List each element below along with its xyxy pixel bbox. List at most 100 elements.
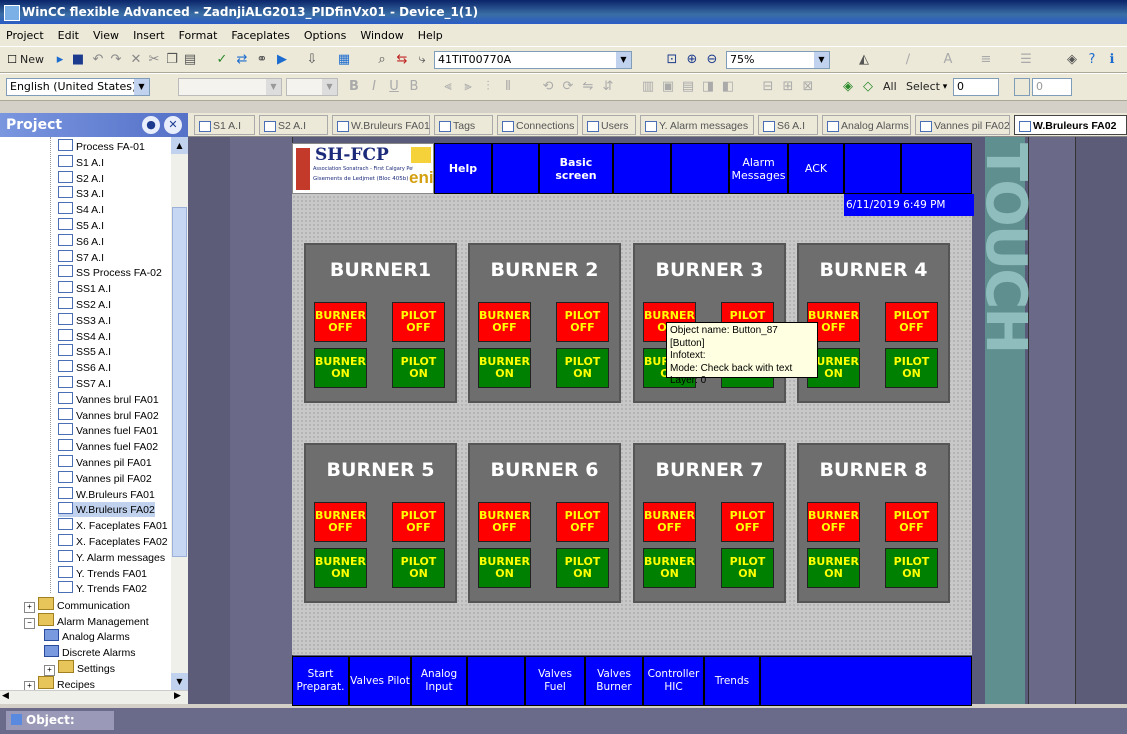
burner-off-button[interactable]: BURNER OFF (314, 502, 367, 542)
faceplate-icon[interactable]: ▦ (336, 52, 352, 68)
compile-check-icon[interactable]: ✓ (214, 52, 230, 68)
hmi-blank-button[interactable] (467, 656, 525, 706)
tree-item[interactable]: Y. Trends FA01 (58, 565, 147, 581)
new-button[interactable]: New (20, 51, 44, 69)
pilot-on-button[interactable]: PILOT ON (392, 548, 445, 588)
hmi-valves-fuel-button[interactable]: Valves Fuel (525, 656, 585, 706)
burner-on-button[interactable]: BURNER ON (478, 348, 531, 388)
tab-s1-a-i[interactable]: S1 A.I (194, 115, 255, 135)
burner-on-button[interactable]: BURNER ON (643, 548, 696, 588)
tree-item[interactable]: + Recipes (24, 676, 95, 693)
tree-item[interactable]: Y. Trends FA02 (58, 581, 147, 596)
new-screen-icon[interactable]: ☐ (4, 52, 20, 68)
language-combo[interactable]: English (United States) ▼ (6, 78, 150, 96)
ungroup-icon[interactable]: ▤ (680, 79, 696, 95)
tree-item[interactable]: Vannes brul FA01 (58, 391, 159, 407)
burner-off-button[interactable]: BURNER OFF (478, 502, 531, 542)
hmi-blank-button[interactable] (492, 143, 539, 194)
tree-scrollbar[interactable]: ▲ ▼ (171, 137, 188, 704)
underline-icon[interactable]: U (386, 79, 402, 95)
tree-item[interactable]: S4 A.I (58, 202, 104, 217)
tree-item[interactable]: Vannes pil FA01 (58, 455, 152, 470)
layers-visible-icon[interactable]: ◈ (840, 79, 856, 95)
pilot-on-button[interactable]: PILOT ON (721, 548, 774, 588)
tree-item[interactable]: Vannes fuel FA02 (58, 439, 158, 454)
chevron-down-icon[interactable]: ▼ (322, 79, 337, 95)
align-left-icon[interactable]: ⫷ (440, 79, 456, 95)
tree-scroll-thumb[interactable] (172, 207, 187, 557)
hmi-basic-screen-button[interactable]: Basic screen (539, 143, 613, 194)
scroll-left-icon[interactable]: ◀ (2, 691, 9, 701)
hmi-valves-pilot-button[interactable]: Valves Pilot (349, 656, 411, 706)
hmi-valves-burner-button[interactable]: Valves Burner (585, 656, 643, 706)
align-center-icon[interactable]: ⫸ (460, 79, 476, 95)
tree-item[interactable]: S2 A.I (58, 170, 104, 186)
pilot-on-button[interactable]: PILOT ON (885, 548, 938, 588)
fill-color-icon[interactable]: ◭ (856, 52, 872, 68)
tree-item[interactable]: Analog Alarms (44, 628, 130, 644)
rotate-right-icon[interactable]: ⟳ (560, 79, 576, 95)
tree-item[interactable]: SS Process FA-02 (58, 265, 162, 280)
cross-ref-icon[interactable]: ⇆ (394, 52, 410, 68)
menu-help[interactable]: Help (418, 29, 443, 42)
select-dropdown-icon[interactable]: ▾ (937, 79, 953, 95)
chevron-down-icon[interactable]: ▼ (616, 52, 631, 68)
hmi-alarm-messages-button[interactable]: Alarm Messages (729, 143, 788, 194)
tab-vannes-pil-fa02[interactable]: Vannes pil FA02 (915, 115, 1010, 135)
align-justify-icon[interactable]: ⫴ (500, 79, 516, 95)
tree-item[interactable]: Process FA-01 (58, 139, 145, 154)
delete-icon[interactable]: ✕ (128, 52, 144, 68)
expand-icon[interactable]: + (44, 665, 55, 677)
layers-lock-icon[interactable]: ◇ (860, 79, 876, 95)
hmi-blank-button[interactable] (760, 656, 972, 706)
tab-s6-a-i[interactable]: S6 A.I (758, 115, 818, 135)
save-icon[interactable]: ■ (70, 52, 86, 68)
menu-faceplates[interactable]: Faceplates (231, 29, 289, 42)
tag-combo[interactable]: 41TIT00770A ▼ (434, 51, 632, 69)
tree-item[interactable]: S6 A.I (58, 233, 104, 249)
tree-item[interactable]: SS7 A.I (58, 376, 111, 391)
tab-s2-a-i[interactable]: S2 A.I (259, 115, 328, 135)
help-icon[interactable]: ◈ (1064, 52, 1080, 68)
tree-item[interactable]: SS3 A.I (58, 312, 111, 328)
tree-item[interactable]: SS2 A.I (58, 297, 111, 312)
tree-item[interactable]: X. Faceplates FA02 (58, 534, 168, 549)
pilot-off-button[interactable]: PILOT OFF (556, 502, 609, 542)
hmi-ack-button[interactable]: ACK (788, 143, 844, 194)
burner-on-button[interactable]: BURNER ON (478, 548, 531, 588)
same-height-icon[interactable]: ⊞ (780, 79, 796, 95)
pilot-off-button[interactable]: PILOT OFF (392, 302, 445, 342)
tree-item[interactable]: S3 A.I (58, 186, 104, 201)
burner-on-button[interactable]: BURNER ON (314, 548, 367, 588)
align-right-icon[interactable]: ⫶ (480, 79, 496, 95)
pilot-off-button[interactable]: PILOT OFF (885, 302, 938, 342)
font-size-combo[interactable]: ▼ (286, 78, 338, 96)
tab-users[interactable]: Users (582, 115, 636, 135)
hmi-help-button[interactable]: Help (434, 143, 492, 194)
hmi-blank-button[interactable] (844, 143, 901, 194)
context-help-icon[interactable]: ℹ (1104, 52, 1120, 68)
expand-icon[interactable]: + (24, 602, 35, 614)
menu-edit[interactable]: Edit (58, 29, 79, 42)
whats-this-icon[interactable]: ? (1084, 52, 1100, 68)
tree-item[interactable]: S5 A.I (58, 218, 104, 233)
cut-icon[interactable]: ✂ (146, 52, 162, 68)
zoom-area-icon[interactable]: ⊡ (664, 52, 680, 68)
send-back-icon[interactable]: ◧ (720, 79, 736, 95)
select-value-field[interactable]: 0 (953, 78, 999, 96)
tab-analog-alarms[interactable]: Analog Alarms (822, 115, 911, 135)
tree-item[interactable]: Vannes fuel FA01 (58, 423, 158, 438)
pin-icon[interactable]: ● (142, 116, 160, 134)
tree-item[interactable]: S1 A.I (58, 154, 104, 170)
burner-on-button[interactable]: BURNER ON (314, 348, 367, 388)
tree-item[interactable]: SS6 A.I (58, 360, 111, 375)
hmi-blank-button[interactable] (671, 143, 729, 194)
all-layers-button[interactable]: All (883, 78, 897, 96)
flip-icon[interactable]: ⇋ (580, 79, 596, 95)
tab-w-bruleurs-fa01[interactable]: W.Bruleurs FA01 (332, 115, 430, 135)
chevron-down-icon[interactable]: ▼ (814, 52, 829, 68)
line-color-icon[interactable]: ∕ (900, 52, 916, 68)
collapse-icon[interactable]: − (24, 618, 35, 629)
tree-hscrollbar[interactable]: ◀ ▶ (0, 690, 188, 704)
menu-view[interactable]: View (93, 29, 119, 42)
